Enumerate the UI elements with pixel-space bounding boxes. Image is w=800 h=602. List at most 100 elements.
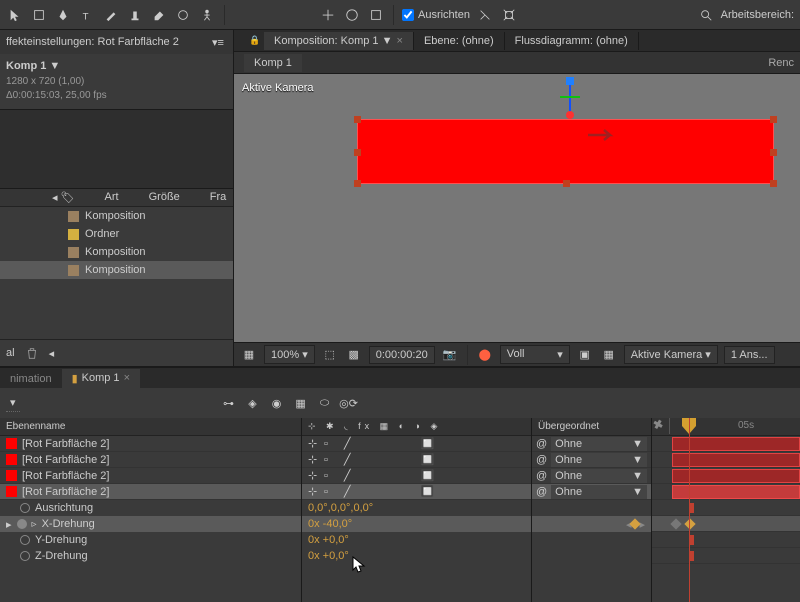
project-item[interactable]: Ordner [0,225,233,243]
keyframe-marker[interactable] [690,535,694,545]
pen-tool-icon[interactable] [54,6,72,24]
parent-dropdown[interactable]: Ohne▼ [551,437,647,451]
parent-dropdown[interactable]: Ohne▼ [551,485,647,499]
z-rotation-value[interactable]: 0x +0,0° [308,550,349,562]
brainstorm-icon[interactable]: ⬭ [316,394,334,412]
keyframe-icon[interactable] [684,518,695,529]
pickwhip-icon[interactable]: @ [536,438,547,450]
frame-blend-icon[interactable]: ◈ [244,394,262,412]
snap-checkbox[interactable]: Ausrichten [402,9,470,21]
eraser-tool-icon[interactable] [150,6,168,24]
3d-anchor-gizmo[interactable] [560,77,580,122]
puppet-tool-icon[interactable] [198,6,216,24]
stamp-tool-icon[interactable] [126,6,144,24]
camera-dropdown[interactable]: Aktive Kamera ▾ [624,345,718,364]
parent-dropdown[interactable]: Ohne▼ [551,469,647,483]
panel-menu-icon[interactable]: ▾≡ [209,33,227,51]
comp-title[interactable]: Komp 1 ▼ [6,60,227,72]
resolution-dropdown[interactable]: Voll ▾ [500,345,570,364]
composition-tab[interactable]: Komposition: Komp 1 ▼× [264,32,414,50]
property-x-rotation[interactable]: ▸▹ X-Drehung [0,516,301,532]
snapshot-icon[interactable]: 📷 [441,346,459,364]
search-icon[interactable] [697,6,715,24]
project-item[interactable]: Komposition [0,243,233,261]
delete-icon[interactable] [23,344,41,362]
stopwatch-icon[interactable] [20,551,30,561]
axis-world-icon[interactable] [343,6,361,24]
selection-tool-icon[interactable] [6,6,24,24]
roi-icon[interactable]: ▣ [576,346,594,364]
stopwatch-icon[interactable] [20,503,30,513]
timeline-search[interactable]: ▾ [6,394,20,412]
composition-viewer[interactable]: Aktive Kamera [234,74,800,342]
layer-row[interactable]: [Rot Farbfläche 2] [0,452,301,468]
animation-tab[interactable]: nimation [0,370,62,388]
keyframe-icon[interactable] [670,518,681,529]
switches-row[interactable]: ⊹▫╱🔲 [302,452,531,468]
timeline-tracks[interactable]: 05s [652,418,800,602]
keyframe-marker[interactable] [690,551,694,561]
shy-icon[interactable]: ⊶ [220,394,238,412]
zoom-dropdown[interactable]: 100% ▾ [264,345,315,364]
handle-mid-right[interactable] [770,149,777,156]
pickwhip-icon[interactable]: @ [536,470,547,482]
axis-local-icon[interactable] [319,6,337,24]
transparency-icon[interactable]: ▩ [345,346,363,364]
project-item[interactable]: Komposition [0,207,233,225]
x-axis-arrow-icon [588,128,618,142]
orientation-value[interactable]: 0,0°,0,0°,0,0° [308,502,373,514]
layer-row[interactable]: [Rot Farbfläche 2] [0,468,301,484]
switches-row[interactable]: ⊹▫╱🔲 [302,436,531,452]
snap-expand-icon-1[interactable] [476,6,494,24]
views-dropdown[interactable]: 1 Ans... [724,346,775,364]
auto-keyframe-icon[interactable]: ◎⟳ [340,394,358,412]
property-y-rotation[interactable]: Y-Drehung [0,532,301,548]
layer-row[interactable]: [Rot Farbfläche 2] [0,436,301,452]
scroll-left-icon[interactable]: ◂ [49,347,55,360]
close-icon[interactable]: × [397,35,403,47]
layer-row[interactable]: [Rot Farbfläche 2] [0,484,301,500]
hand-tool-icon[interactable] [30,6,48,24]
stopwatch-icon[interactable] [20,535,30,545]
current-time-indicator[interactable] [689,418,690,602]
flowchart-tab[interactable]: Flussdiagramm: (ohne) [505,32,639,50]
pickwhip-icon[interactable]: @ [536,486,547,498]
keyframe-marker[interactable] [690,503,694,513]
parent-dropdown[interactable]: Ohne▼ [551,453,647,467]
stopwatch-icon[interactable] [17,519,27,529]
handle-top-right[interactable] [770,116,777,123]
layer-tab[interactable]: Ebene: (ohne) [414,32,505,50]
property-orientation[interactable]: Ausrichtung [0,500,301,516]
grid-icon[interactable]: ▦ [240,346,258,364]
graph-editor-icon[interactable]: ▦ [292,394,310,412]
axis-view-icon[interactable] [367,6,385,24]
y-rotation-value[interactable]: 0x +0,0° [308,534,349,546]
handle-mid-left[interactable] [354,149,361,156]
handle-bottom-mid[interactable] [563,180,570,187]
handle-bottom-left[interactable] [354,180,361,187]
handle-bottom-right[interactable] [770,180,777,187]
grid-toggle-icon[interactable]: ▦ [600,346,618,364]
rotobrush-tool-icon[interactable] [174,6,192,24]
resolution-icon[interactable]: ⬚ [321,346,339,364]
switches-row[interactable]: ⊹▫╱🔲 [302,468,531,484]
render-button[interactable]: Renc [768,57,800,69]
snap-expand-icon-2[interactable] [500,6,518,24]
handle-top-left[interactable] [354,116,361,123]
project-item[interactable]: Komposition [0,261,233,279]
brush-tool-icon[interactable] [102,6,120,24]
close-icon[interactable]: × [124,372,130,385]
text-tool-icon[interactable]: T [78,6,96,24]
pickwhip-icon[interactable]: @ [536,454,547,466]
current-time[interactable]: 0:00:00:20 [369,346,435,364]
motion-blur-icon[interactable]: ◉ [268,394,286,412]
workspace-label[interactable]: Arbeitsbereich: [721,9,794,21]
lock-icon[interactable]: 🔒 [246,32,264,50]
x-rotation-value[interactable]: 0x -40,0° [308,518,352,530]
property-z-rotation[interactable]: Z-Drehung [0,548,301,564]
red-solid-layer[interactable] [357,119,774,184]
timeline-comp-tab[interactable]: ▮ Komp 1 × [62,369,140,388]
channel-icon[interactable]: ⬤ [476,346,494,364]
switches-row[interactable]: ⊹▫╱🔲 [302,484,531,500]
comp-tab[interactable]: Komp 1 [244,54,302,72]
